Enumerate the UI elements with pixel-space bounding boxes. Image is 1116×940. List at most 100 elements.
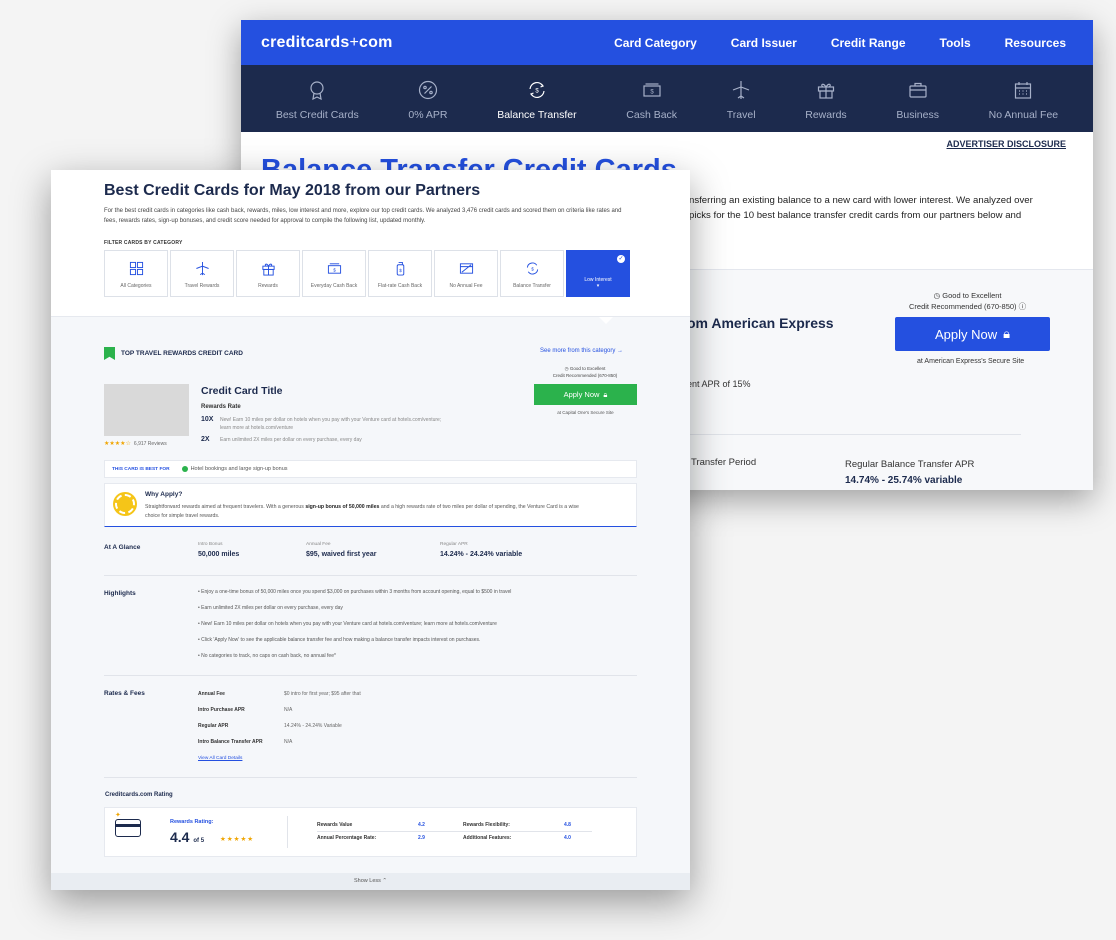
rewards-rate-label: Rewards Rate — [201, 404, 241, 410]
svg-text:$: $ — [399, 268, 402, 273]
filter-pointer — [599, 317, 613, 324]
at-a-glance-section: At A Glance Intro Bonus 50,000 miles Annu… — [104, 538, 637, 576]
cash-icon: $ — [643, 83, 661, 97]
transfer-period-label: Transfer Period — [691, 457, 757, 468]
divider — [287, 816, 288, 848]
highlights-section: Highlights • Enjoy a one-time bonus of 5… — [104, 588, 637, 676]
star-rating: ★★★★☆ 6,917 Reviews — [104, 440, 167, 448]
category-bar: Best Credit Cards 0% APR $ Balance Trans… — [241, 65, 1093, 132]
stars-icon: ★★★★☆ — [104, 441, 131, 447]
show-less-button[interactable]: Show Less ⌃ — [51, 873, 690, 890]
rating-box: ✦ Rewards Rating: 4.4 of 5 ★★★★★ Rewards… — [104, 807, 637, 857]
why-apply-box: Why Apply? Straightforward rewards aimed… — [104, 483, 637, 527]
rewards-rate-row: 2X Earn unlimited 2X miles per dollar on … — [201, 436, 362, 443]
filter-low-interest[interactable]: ✓ Low Interest ▾ — [566, 250, 630, 297]
cat-best-credit-cards[interactable]: Best Credit Cards — [276, 80, 359, 121]
filter-everyday-cash-back[interactable]: $ Everyday Cash Back — [302, 250, 366, 297]
sparkle-icon: ✦ — [115, 812, 121, 819]
section-heading: TOP TRAVEL REWARDS CREDIT CARD — [104, 347, 243, 360]
chevron-up-icon: ⌃ — [382, 878, 388, 884]
highlight-item: • No categories to track, no caps on cas… — [198, 653, 336, 659]
credit-recommendation: ◷ Good to Excellent Credit Recommended (6… — [552, 366, 618, 378]
svg-text:$: $ — [531, 266, 534, 271]
highlight-item: • New! Earn 10 miles per dollar on hotel… — [198, 621, 497, 627]
badge-icon — [115, 494, 135, 514]
card-title: om American Express — [687, 315, 834, 331]
bookmark-flag-icon — [104, 347, 115, 360]
briefcase-icon — [909, 82, 927, 98]
page-header: Best Credit Cards for May 2018 from our … — [51, 170, 690, 317]
filter-flat-rate-cash-back[interactable]: $ Flat-rate Cash Back — [368, 250, 432, 297]
cat-cash-back[interactable]: $ Cash Back — [626, 80, 677, 121]
no-fee-card-icon — [459, 263, 473, 274]
gift-icon — [261, 263, 275, 276]
cat-balance-transfer[interactable]: $ Balance Transfer — [497, 80, 577, 121]
svg-text:$: $ — [535, 89, 539, 95]
gift-icon — [817, 83, 835, 99]
nav-resources[interactable]: Resources — [1005, 36, 1066, 50]
filter-label: FILTER CARDS BY CATEGORY — [104, 240, 183, 246]
regular-bt-apr-value: 14.74% - 25.74% variable — [845, 475, 963, 486]
nav-credit-range[interactable]: Credit Range — [831, 36, 906, 50]
top-navigation: creditcards+com Card Category Card Issue… — [241, 20, 1093, 65]
page-description: nsferring an existing balance to a new c… — [689, 195, 1033, 221]
nav-tools[interactable]: Tools — [940, 36, 971, 50]
award-icon — [310, 81, 324, 100]
lock-icon: 🔒︎ — [603, 389, 608, 399]
calendar-icon — [1015, 82, 1032, 99]
divider — [687, 434, 1021, 435]
credit-recommendation: ◷ Good to Excellent Credit Recommended (6… — [909, 291, 1027, 311]
cat-business[interactable]: Business — [896, 80, 939, 121]
plane-icon — [732, 81, 750, 99]
grid-icon — [129, 261, 143, 276]
cash-icon: $ — [327, 263, 341, 274]
apr-text: ent APR of 15% — [687, 379, 751, 389]
view-all-details-link[interactable]: View All Card Details — [198, 756, 242, 761]
arrow-right-icon: → — [617, 348, 624, 354]
nav-card-issuer[interactable]: Card Issuer — [731, 36, 797, 50]
rating-value: 4.4 — [170, 829, 190, 845]
page-title: Best Credit Cards for May 2018 from our … — [104, 182, 481, 199]
front-browser-window: Best Credit Cards for May 2018 from our … — [51, 170, 690, 890]
transfer-icon: $ — [529, 81, 545, 99]
card-title[interactable]: Credit Card Title — [201, 385, 283, 397]
best-for-bar: THIS CARD IS BEST FOR Hotel bookings and… — [104, 460, 637, 478]
site-logo[interactable]: creditcards+com — [261, 34, 393, 52]
filter-rewards[interactable]: Rewards — [236, 250, 300, 297]
cat-travel[interactable]: Travel — [727, 80, 756, 121]
secure-site-note: at American Express's Secure Site — [917, 358, 1025, 365]
cat-0-apr[interactable]: 0% APR — [408, 80, 448, 121]
secure-site-note: at Capital One's Secure Site — [557, 410, 614, 415]
credit-card-icon — [115, 819, 141, 837]
check-circle-icon — [181, 466, 188, 472]
filter-all-categories[interactable]: All Categories — [104, 250, 168, 297]
svg-text:$: $ — [650, 90, 654, 96]
page-intro: For the best credit cards in categories … — [104, 208, 622, 224]
nav-card-category[interactable]: Card Category — [614, 36, 697, 50]
card-image-placeholder[interactable] — [104, 384, 189, 436]
highlight-item: • Click 'Apply Now' to see the applicabl… — [198, 637, 481, 643]
cat-rewards[interactable]: Rewards — [805, 80, 847, 121]
highlight-item: • Enjoy a one-time bonus of 50,000 miles… — [198, 589, 512, 595]
cat-no-annual-fee[interactable]: No Annual Fee — [989, 80, 1058, 121]
rewards-rate-row: 10X New! Earn 10 miles per dollar on hote… — [201, 416, 442, 431]
apply-now-button[interactable]: Apply Now 🔒︎ — [895, 317, 1050, 351]
rates-fees-section: Rates & Fees Annual Fee $0 intro for firs… — [104, 688, 637, 778]
filter-travel-rewards[interactable]: Travel Rewards — [170, 250, 234, 297]
plane-icon — [195, 261, 209, 276]
highlight-item: • Earn unlimited 2X miles per dollar on … — [198, 605, 343, 611]
chevron-down-icon: ▾ — [596, 283, 600, 289]
see-more-link[interactable]: See more from this category → — [540, 348, 623, 354]
category-filters: All Categories Travel Rewards Rewards $ … — [104, 250, 630, 297]
rating-heading: Creditcards.com Rating — [105, 792, 173, 798]
advertiser-disclosure-link[interactable]: ADVERTISER DISCLOSURE — [946, 139, 1066, 149]
apply-now-button[interactable]: Apply Now 🔒︎ — [534, 384, 637, 405]
filter-no-annual-fee[interactable]: No Annual Fee — [434, 250, 498, 297]
transfer-icon: $ — [526, 262, 538, 275]
money-jar-icon: $ — [396, 261, 404, 276]
percent-icon — [418, 80, 438, 100]
filter-balance-transfer[interactable]: $ Balance Transfer — [500, 250, 564, 297]
divider — [317, 831, 592, 832]
lock-icon: 🔒︎ — [1003, 326, 1011, 341]
stars-icon: ★★★★★ — [220, 836, 255, 843]
